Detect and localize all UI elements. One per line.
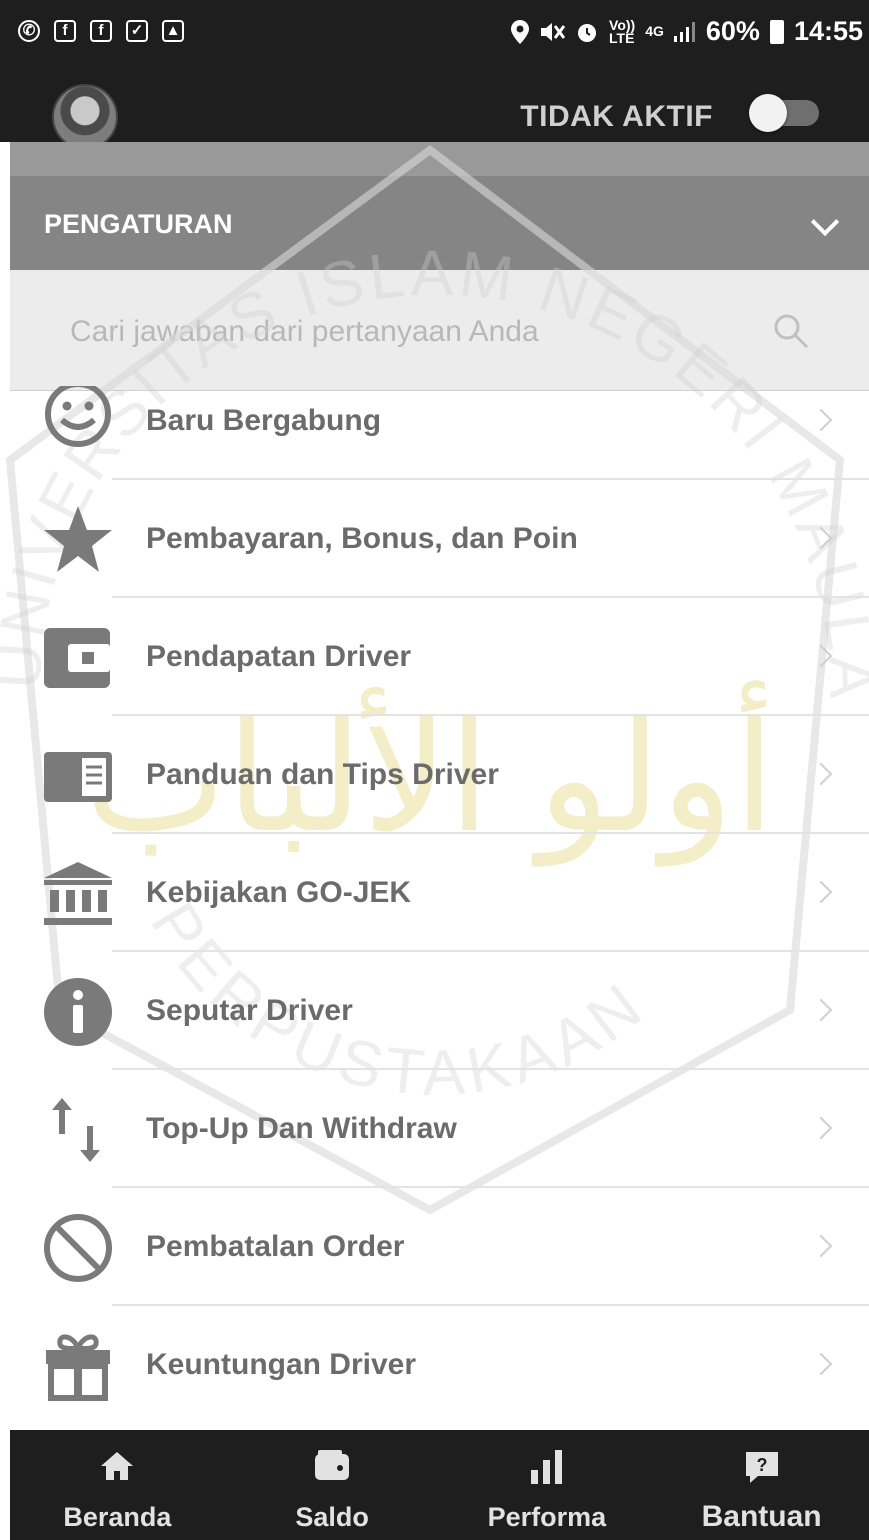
menu-item-label: Kebijakan GO-JEK: [146, 876, 412, 909]
smile-icon: [42, 386, 114, 458]
checkbox-icon: ✓: [126, 20, 148, 42]
gift-icon: [42, 1330, 114, 1402]
chevron-right-icon: [809, 762, 833, 786]
menu-item-topup[interactable]: Top-Up Dan Withdraw: [0, 1070, 869, 1188]
chevron-right-icon: [809, 880, 833, 904]
menu-item-label: Pendapatan Driver: [146, 640, 412, 673]
bar-chart-icon: [530, 1450, 562, 1484]
menu-item-label: Baru Bergabung: [146, 404, 382, 437]
search-input[interactable]: [68, 306, 772, 358]
chevron-right-icon: [809, 1116, 833, 1140]
wallet-icon: [315, 1450, 350, 1480]
chevron-right-icon: [809, 644, 833, 668]
active-toggle[interactable]: [749, 94, 819, 132]
battery-icon: [769, 19, 784, 44]
system-status: Vo)) LTE 4G 60% 14:55: [511, 16, 863, 47]
home-icon: [101, 1452, 134, 1480]
menu-item-label: Pembatalan Order: [146, 1230, 405, 1263]
network-type: 4G: [645, 23, 664, 39]
facebook-icon: f: [90, 20, 112, 42]
clock: 14:55: [793, 16, 863, 46]
menu-item-pembatalan[interactable]: Pembatalan Order: [0, 1188, 869, 1306]
bank-icon: [42, 858, 114, 930]
book-icon: [42, 740, 114, 812]
whatsapp-icon: ✆: [18, 20, 40, 42]
nav-label: Saldo: [295, 1502, 369, 1532]
star-icon: [42, 504, 114, 576]
toggle-knob: [749, 94, 787, 132]
nav-bantuan[interactable]: ? Bantuan: [654, 1430, 869, 1540]
menu-item-seputar[interactable]: Seputar Driver: [0, 952, 869, 1070]
chevron-right-icon: [809, 1234, 833, 1258]
menu-item-keuntungan[interactable]: Keuntungan Driver: [0, 1306, 869, 1424]
facebook-icon: f: [54, 20, 76, 42]
bottom-navigation: Beranda Saldo Performa ? Bantuan: [10, 1430, 869, 1540]
status-bar: ✆ f f ✓ ▲ Vo)) LTE 4G 60% 14:55: [0, 0, 869, 70]
driver-header: TIDAK AKTIF: [0, 70, 869, 150]
menu-item-label: Pembayaran, Bonus, dan Poin: [146, 522, 578, 555]
alarm-icon: [578, 23, 597, 42]
section-title: PENGATURAN: [44, 209, 233, 239]
header-strip: [10, 142, 869, 176]
wallet-icon: [42, 622, 114, 694]
menu-item-label: Top-Up Dan Withdraw: [146, 1112, 457, 1145]
nav-performa[interactable]: Performa: [440, 1430, 655, 1540]
chevron-right-icon: [809, 526, 833, 550]
chevron-right-icon: [809, 408, 833, 432]
battery-percent: 60%: [705, 16, 760, 46]
menu-item-label: Seputar Driver: [146, 994, 353, 1027]
nav-saldo[interactable]: Saldo: [225, 1430, 440, 1540]
svg-text:?: ?: [756, 1455, 767, 1475]
avatar[interactable]: [52, 84, 118, 150]
volte-indicator: Vo)) LTE: [609, 16, 636, 46]
nav-beranda[interactable]: Beranda: [10, 1430, 225, 1540]
chevron-right-icon: [809, 998, 833, 1022]
image-icon: ▲: [162, 20, 184, 42]
menu-item-pembayaran[interactable]: Pembayaran, Bonus, dan Poin: [0, 480, 869, 598]
menu-item-kebijakan[interactable]: Kebijakan GO-JEK: [0, 834, 869, 952]
nav-label: Performa: [487, 1502, 607, 1532]
menu-item-baru-bergabung[interactable]: Baru Bergabung: [0, 362, 869, 480]
transfer-arrows-icon: [42, 1094, 114, 1166]
menu-item-panduan[interactable]: Panduan dan Tips Driver: [0, 716, 869, 834]
mute-icon: [541, 22, 566, 41]
menu-item-pendapatan[interactable]: Pendapatan Driver: [0, 598, 869, 716]
nav-label: Bantuan: [701, 1500, 822, 1533]
search-icon[interactable]: [773, 313, 809, 349]
menu-item-label: Panduan dan Tips Driver: [146, 758, 499, 791]
chevron-down-icon[interactable]: [810, 207, 840, 237]
chevron-right-icon: [809, 1352, 833, 1376]
settings-section-header[interactable]: PENGATURAN: [10, 176, 869, 270]
location-icon: [511, 19, 530, 44]
signal-icon: [673, 21, 695, 42]
menu-item-label: Keuntungan Driver: [146, 1348, 417, 1381]
help-icon: ?: [745, 1452, 778, 1483]
nav-label: Beranda: [63, 1502, 172, 1532]
notification-icons: ✆ f f ✓ ▲: [18, 20, 184, 42]
driver-status-label: TIDAK AKTIF: [520, 100, 713, 133]
cancel-icon: [42, 1212, 114, 1284]
info-icon: [42, 976, 114, 1048]
